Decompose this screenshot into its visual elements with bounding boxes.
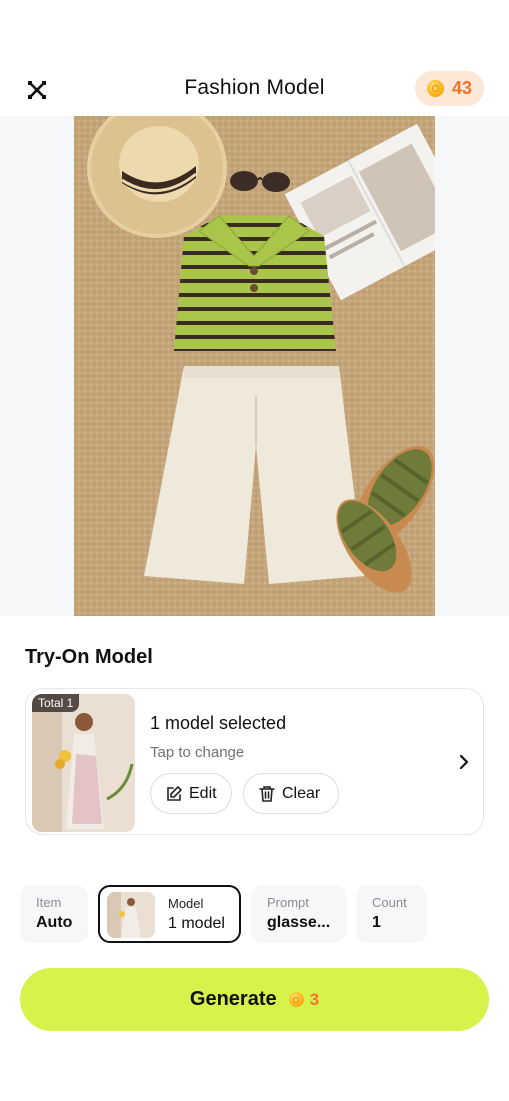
generate-label: Generate [189,988,277,1010]
section-title-try-on: Try-On Model [25,646,153,668]
top-bar: Fashion Model 43 [0,66,509,112]
option-prompt-value: glasse... [267,914,331,931]
option-prompt-label: Prompt [267,895,309,910]
coin-icon [426,80,444,97]
total-badge: Total 1 [32,694,80,712]
edit-label: Edit [189,784,217,802]
option-model-label: Model [168,896,204,911]
option-model-thumbnail [107,892,155,938]
tap-to-change-text: Tap to change [150,744,245,761]
credits-count: 43 [451,78,472,98]
edit-icon [167,785,182,801]
option-count-value: 1 [372,914,381,931]
option-item[interactable]: Item Auto [20,885,88,943]
product-flatlay-illustration [74,116,435,616]
generate-cost-value: 3 [309,989,320,1009]
trash-icon [259,785,275,802]
credits-badge[interactable]: 43 [414,71,484,106]
generate-button[interactable]: Generate 3 [20,968,489,1031]
selected-model-card[interactable]: Total 1 1 model selected Tap to change E… [25,688,484,835]
edit-button[interactable]: Edit [150,773,232,814]
option-model-value: 1 model [168,915,225,932]
option-count[interactable]: Count 1 [356,885,427,943]
option-model[interactable]: Model 1 model [98,885,241,943]
option-prompt[interactable]: Prompt glasse... [251,885,346,943]
model-photo [32,694,135,832]
option-item-value: Auto [36,914,73,931]
product-image[interactable] [74,116,435,616]
generate-cost: 3 [288,989,320,1010]
option-item-label: Item [36,895,62,910]
coin-icon [288,992,304,1007]
clear-label: Clear [282,784,321,802]
model-thumbnail: Total 1 [32,694,135,832]
chevron-right-icon [455,751,473,773]
product-image-area [0,116,509,616]
option-count-label: Count [372,895,407,910]
clear-button[interactable]: Clear [243,773,339,814]
model-selected-text: 1 model selected [150,713,287,733]
